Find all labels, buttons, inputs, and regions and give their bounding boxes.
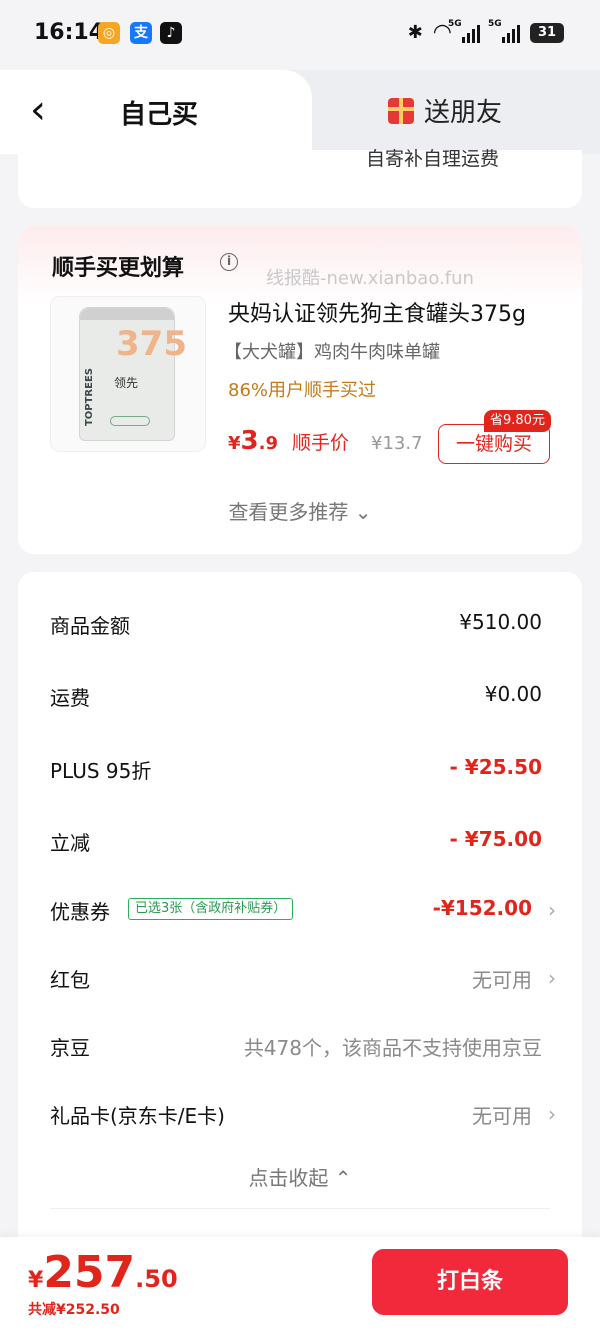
header-tabs: ‹ 自己买 送朋友 <box>0 70 600 154</box>
more-recommend-button[interactable]: 查看更多推荐 ⌄ <box>18 496 582 525</box>
product-name[interactable]: 央妈认证领先狗主食罐头375g <box>228 296 526 328</box>
row-jingdou: 京豆 共478个，该商品不支持使用京豆 <box>50 1036 542 1060</box>
tab-self-label: 自己买 <box>120 100 199 130</box>
saved-amount: 共减¥252.50 <box>28 1302 120 1318</box>
product-image[interactable]: 375 TOPTREES 领先 <box>50 296 206 452</box>
app-icon-orange: ◎ <box>98 22 120 44</box>
signal-icon: 5G <box>448 19 480 43</box>
shipping-card: 自寄补自理运费 <box>18 148 582 208</box>
product-spec: 【大犬罐】鸡肉牛肉味单罐 <box>224 342 440 363</box>
price-yen: ¥ <box>228 433 241 454</box>
product-stat: 86%用户顺手买过 <box>228 380 377 401</box>
pay-button[interactable]: 打白条 <box>372 1249 568 1315</box>
gift-icon <box>388 97 414 124</box>
status-time: 16:14 <box>34 20 105 45</box>
old-price: ¥13.7 <box>371 433 423 454</box>
tiktok-icon: ♪ <box>160 22 182 44</box>
bluetooth-icon: ✱ <box>407 22 423 43</box>
divider <box>50 1208 550 1209</box>
chevron-right-icon: › <box>548 966 556 990</box>
row-plus-discount: PLUS 95折 - ¥25.50 <box>50 755 542 783</box>
checkout-bar: ¥ 257 .50 共减¥252.50 打白条 <box>0 1237 600 1335</box>
can-brand: TOPTREES <box>84 368 95 427</box>
chevron-right-icon: › <box>548 1102 556 1126</box>
watermark: 线报酷-new.xianbao.fun <box>266 268 474 289</box>
row-shipping: 运费 ¥0.00 <box>50 682 542 710</box>
recommend-card: 顺手买更划算 i 线报酷-new.xianbao.fun 375 TOPTREE… <box>18 226 582 554</box>
row-subtotal: 商品金额 ¥510.00 <box>50 610 542 638</box>
row-coupon[interactable]: 优惠券 已选3张（含政府补贴券） -¥152.00 › <box>50 890 556 930</box>
can-cn-label: 领先 <box>114 376 139 390</box>
shipping-note: 自寄补自理运费 <box>366 148 500 168</box>
total-price: ¥ 257 .50 <box>28 1247 178 1298</box>
status-bar: 16:14 ◎ 支 ♪ ✱ ◠ 5G 5G 31 <box>0 0 600 70</box>
back-icon[interactable]: ‹ <box>30 90 46 130</box>
recommend-title: 顺手买更划算 <box>52 256 185 281</box>
info-icon[interactable]: i <box>220 253 238 271</box>
price-tag: 顺手价 <box>292 432 350 454</box>
alipay-icon: 支 <box>130 22 152 44</box>
summary-card: 商品金额 ¥510.00 运费 ¥0.00 PLUS 95折 - ¥25.50 … <box>18 572 582 1272</box>
signal-icon-2: 5G <box>488 19 520 43</box>
row-red-packet[interactable]: 红包 无可用 › <box>50 958 556 998</box>
tab-self[interactable]: ‹ 自己买 <box>0 70 312 154</box>
row-gift-card[interactable]: 礼品卡(京东卡/E卡) 无可用 › <box>50 1094 556 1134</box>
price-row: ¥ 3 .9 顺手价 ¥13.7 <box>228 426 423 456</box>
price-dec: .9 <box>258 433 278 454</box>
chevron-right-icon: › <box>548 898 556 922</box>
can-illustration: 375 TOPTREES 领先 <box>79 307 187 441</box>
collapse-button[interactable]: 点击收起 ⌃ <box>18 1162 582 1191</box>
tab-gift-label: 送朋友 <box>424 98 503 128</box>
tab-gift[interactable]: 送朋友 <box>388 92 502 129</box>
battery-icon: 31 <box>530 22 564 43</box>
coupon-tag: 已选3张（含政府补贴券） <box>128 898 294 920</box>
price-int: 3 <box>240 426 259 456</box>
row-instant-discount: 立减 - ¥75.00 <box>50 827 542 855</box>
can-number: 375 <box>116 324 187 364</box>
save-badge: 省9.80元 <box>484 410 551 432</box>
